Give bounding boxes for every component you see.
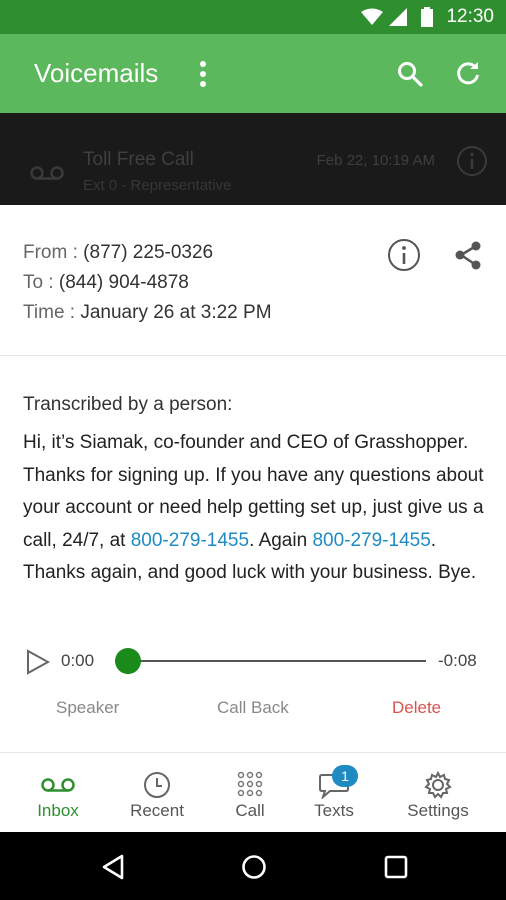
nav-texts-label: Texts bbox=[314, 801, 354, 820]
bottom-nav: Inbox Recent Call Texts Settings bbox=[0, 752, 506, 833]
delete-button[interactable]: Delete bbox=[392, 698, 441, 718]
clock-icon bbox=[144, 772, 170, 798]
elapsed-time: 0:00 bbox=[61, 651, 95, 670]
to-value: (844) 904-4878 bbox=[58, 272, 189, 293]
remaining-time: -0:08 bbox=[438, 651, 477, 670]
nav-settings-label: Settings bbox=[407, 801, 469, 820]
nav-recent-label: Recent bbox=[130, 801, 184, 820]
battery-icon bbox=[421, 7, 433, 27]
from-value: (877) 225-0326 bbox=[83, 242, 214, 263]
wifi-icon bbox=[361, 8, 383, 25]
status-time: 12:30 bbox=[446, 6, 494, 27]
gear-icon bbox=[424, 771, 452, 799]
to-label: To : bbox=[23, 272, 54, 293]
page-title: Voicemails bbox=[34, 58, 159, 88]
signal-icon bbox=[389, 8, 407, 26]
from-row: From : (877) 225-0326 bbox=[23, 242, 213, 264]
voicemail-icon bbox=[30, 166, 64, 180]
overflow-menu-icon[interactable] bbox=[198, 60, 208, 88]
share-icon[interactable] bbox=[453, 240, 483, 270]
list-item-title: Toll Free Call bbox=[83, 149, 194, 170]
time-row: Time : January 26 at 3:22 PM bbox=[23, 302, 272, 324]
to-row: To : (844) 904-4878 bbox=[23, 272, 189, 294]
voicemail-list-item[interactable]: Toll Free Call Ext 0 - Representative Fe… bbox=[0, 113, 506, 205]
speaker-button[interactable]: Speaker bbox=[56, 698, 119, 718]
app-bar: Voicemails bbox=[0, 34, 506, 113]
refresh-icon[interactable] bbox=[455, 61, 481, 87]
list-item-date: Feb 22, 10:19 AM bbox=[316, 152, 435, 169]
nav-inbox-label: Inbox bbox=[37, 801, 79, 820]
info-icon[interactable] bbox=[456, 145, 488, 177]
phone-link[interactable]: 800-279-1455 bbox=[131, 530, 249, 551]
nav-texts[interactable]: Texts bbox=[284, 753, 384, 833]
time-label: Time : bbox=[23, 302, 76, 323]
transcript-heading: Transcribed by a person: bbox=[23, 394, 233, 415]
from-label: From : bbox=[23, 242, 78, 263]
seek-thumb[interactable] bbox=[115, 648, 141, 674]
phone-link[interactable]: 800-279-1455 bbox=[312, 530, 430, 551]
recents-icon[interactable] bbox=[384, 855, 408, 879]
nav-recent[interactable]: Recent bbox=[107, 753, 207, 833]
play-icon[interactable] bbox=[26, 649, 50, 675]
nav-settings[interactable]: Settings bbox=[388, 753, 488, 833]
nav-inbox[interactable]: Inbox bbox=[8, 753, 108, 833]
voicemail-icon bbox=[41, 778, 75, 792]
audio-player: 0:00 -0:08 bbox=[0, 640, 506, 680]
dialpad-icon bbox=[237, 771, 263, 797]
transcript-text: Hi, it’s Siamak, co-founder and CEO of G… bbox=[23, 432, 484, 583]
list-item-subtitle: Ext 0 - Representative bbox=[83, 177, 232, 194]
progress-track[interactable] bbox=[116, 660, 426, 662]
home-icon[interactable] bbox=[241, 854, 267, 880]
divider bbox=[0, 355, 506, 356]
search-icon[interactable] bbox=[397, 61, 423, 87]
texts-badge: 1 bbox=[332, 765, 358, 787]
back-icon[interactable] bbox=[101, 854, 125, 880]
call-back-button[interactable]: Call Back bbox=[217, 698, 289, 718]
system-nav-bar bbox=[0, 832, 506, 900]
info-icon[interactable] bbox=[387, 238, 421, 272]
time-value: January 26 at 3:22 PM bbox=[80, 302, 272, 323]
status-bar: 12:30 bbox=[0, 0, 506, 34]
